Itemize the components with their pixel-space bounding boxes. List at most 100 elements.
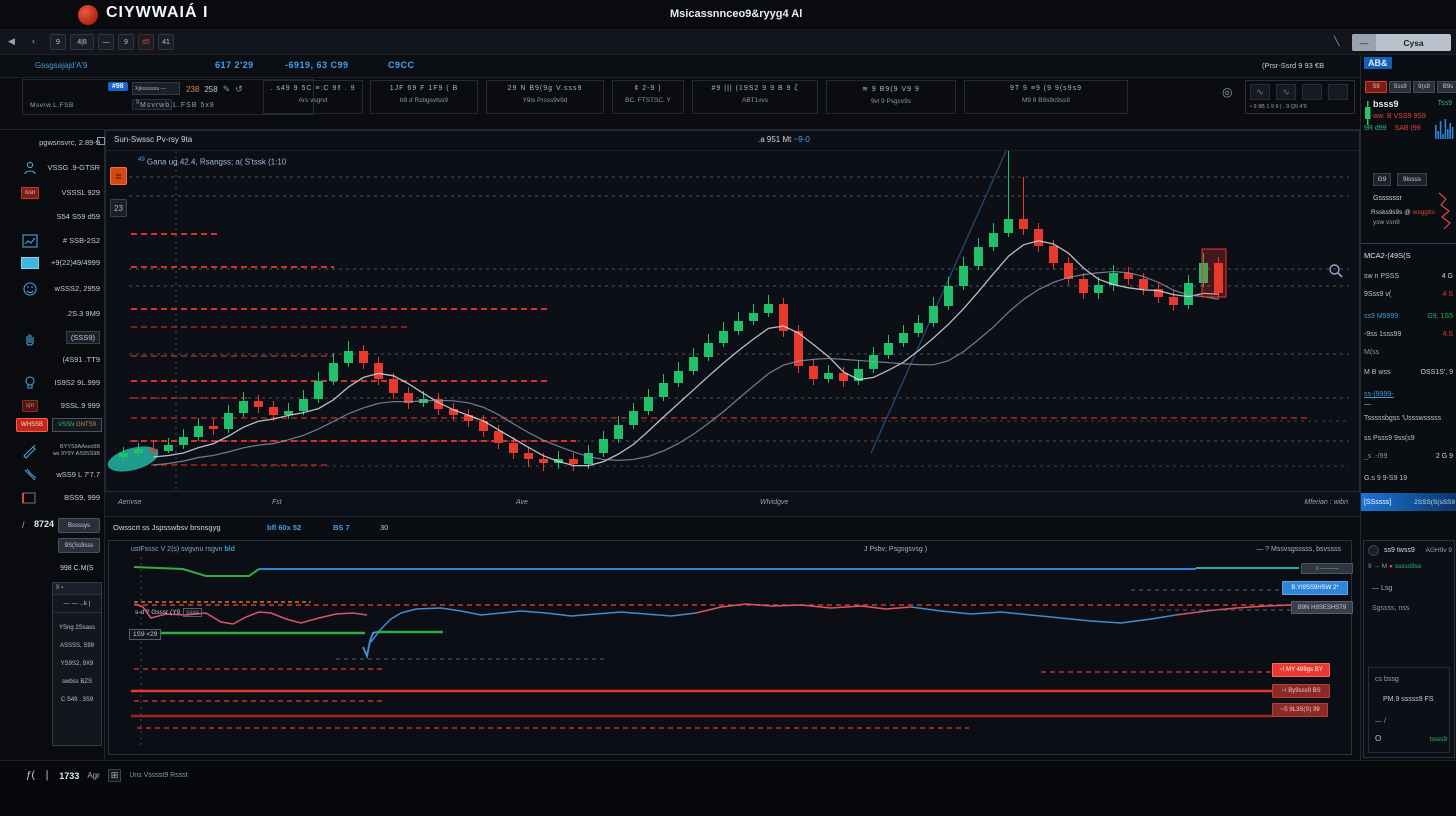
back-icon[interactable]: ◀: [8, 36, 15, 47]
watch-list-item-4[interactable]: C S49 . 3S9: [53, 685, 101, 703]
sidebar-item-3[interactable]: S54 S59 d59: [0, 207, 105, 229]
ribbon-group-1[interactable]: 1JF 69 F 1F9 ( Bb9 d Rsbgsvtss9: [370, 80, 478, 114]
menu-button-3[interactable]: 9: [118, 34, 134, 50]
indicator-badge-3[interactable]: ~! MY 499gs BY: [1272, 663, 1330, 677]
blue-action-bar[interactable]: [SSssss] 2SSS(S(sSS9: [1361, 493, 1456, 511]
sidebar-item-0[interactable]: pgwsnsvrc, 2.89-9: [0, 133, 105, 155]
symbol-chip-button[interactable]: #98: [108, 82, 128, 91]
magnifier-icon[interactable]: [1328, 263, 1344, 279]
indicator-badge-1[interactable]: B.YI9SS9HSW 2*: [1282, 581, 1348, 595]
pair-icon-0[interactable]: ✎: [223, 84, 231, 95]
group-icons[interactable]: ¢ 2-9 ): [613, 81, 683, 92]
watch-list-item-1[interactable]: ASSSS, S99: [53, 631, 101, 649]
sidebar-item-9[interactable]: (4S91 .TT9: [0, 350, 105, 372]
indicator-badge-4[interactable]: ~! By9sss9 BS: [1272, 684, 1330, 698]
slash-icon[interactable]: ╲: [1334, 36, 1339, 47]
watch-dropdown-list[interactable]: 9 ▪ — — ..k | YSng 2SsassASSSS, S99YS9S2…: [52, 582, 102, 746]
sidebar-item-8[interactable]: (SSS9): [0, 328, 105, 350]
sidebar-item-14[interactable]: wSS9 L 7'7.7: [0, 465, 105, 487]
indicator-value-2[interactable]: BS 7: [333, 523, 350, 532]
account-badge[interactable]: AB&: [1364, 57, 1392, 69]
symbol-link[interactable]: Gssgsajajd'A'9: [35, 61, 87, 70]
volume-histogram-icon: [1435, 111, 1455, 139]
right-tab-2[interactable]: 9(s9: [1413, 81, 1435, 93]
sidebar-item-11[interactable]: s|n9SSL.9 999: [0, 396, 105, 418]
indicator-value-1[interactable]: bfl 60x 52: [267, 523, 301, 532]
thumbnail-1[interactable]: ∿: [1276, 84, 1296, 100]
ribbon-group-5[interactable]: ≋ 9 B9(9 V9 99vl 9 Psgcv9s: [826, 80, 956, 114]
sidebar-item-15[interactable]: BSS9, 999: [0, 488, 105, 510]
group-caption: BC. FTSTSC. Y: [613, 92, 683, 104]
thumbnail-0[interactable]: ∿: [1250, 84, 1270, 100]
target-circle-icon[interactable]: ◎: [1222, 85, 1232, 99]
group-icons[interactable]: 29 N B9(9g V.sss9: [487, 81, 603, 92]
buy-button[interactable]: VSSN GNTS9: [52, 418, 102, 432]
ribbon-group-6[interactable]: 9T 9 ≡9 (9 9(s9s9M9 9 B9s9c9ss9: [964, 80, 1128, 114]
pill-dash-segment[interactable]: —: [1352, 34, 1376, 51]
menu-button-5[interactable]: 41: [158, 34, 174, 50]
indicator-badge-0[interactable]: ≡ ———: [1301, 563, 1353, 574]
group-icons[interactable]: 9T 9 ≡9 (9 9(s9s9: [965, 81, 1127, 92]
indicator-badge-2[interactable]: B9N H9SESHST9: [1291, 601, 1353, 614]
quote-row-mixed: 9R d99 SAB (99: [1364, 125, 1421, 132]
right-tab-0[interactable]: S9: [1365, 81, 1387, 93]
module-title-right[interactable]: AGH9v 9: [1426, 547, 1452, 554]
chart-stats-link[interactable]: ~9-0: [794, 135, 810, 144]
sidebar-item-5[interactable]: +9(22)49/4999: [0, 253, 105, 275]
grid-badge-icon[interactable]: ⊞: [108, 769, 122, 782]
quote-value-1[interactable]: 617 2'29: [215, 60, 254, 70]
group-icons[interactable]: #9 ||| (19S2 9 9 B 9 ζ: [693, 81, 817, 92]
pair-238[interactable]: 238: [186, 85, 199, 94]
indicator-plot[interactable]: ustFsssc V 2(s) svgvnu rsgvn bld J Psbv;…: [108, 540, 1352, 755]
ribbon-group-2[interactable]: 29 N B9(9g V.sss9Y9is Prsss9v9d: [486, 80, 604, 114]
symbol-select[interactable]: Xjkssssss —: [132, 82, 180, 95]
watch-list-item-2[interactable]: YS9S2, 9X9: [53, 649, 101, 667]
menu-button-2[interactable]: —: [98, 34, 114, 50]
watch-button-2[interactable]: 9S(Ss9sss: [58, 538, 100, 553]
kv-key-6[interactable]: ss-(9999-: [1364, 391, 1394, 398]
quote-symbol[interactable]: bsss9: [1373, 99, 1399, 109]
quote-value-3[interactable]: C9CC: [388, 60, 415, 70]
ribbon-group-4[interactable]: #9 ||| (19S2 9 9 B 9 ζABT1vvs: [692, 80, 818, 114]
watch-button-1[interactable]: Bssssys: [58, 518, 100, 533]
sidebar-item-7[interactable]: .2S.3 9M9: [0, 304, 105, 326]
mode-pill-button[interactable]: — Cysa: [1352, 34, 1451, 51]
main-chart-panel: Sun-Swssc Pv-rsy 9ta .a 951 Mt ~9-0 49 G…: [105, 130, 1360, 492]
prev-icon[interactable]: ‹: [32, 36, 35, 46]
quote-value-2[interactable]: -6919, 63 C99: [285, 60, 349, 70]
sidebar-item-4[interactable]: # SSB-2S2: [0, 231, 105, 253]
pair-258[interactable]: 258: [204, 85, 217, 94]
right-tab-3[interactable]: B9s: [1437, 81, 1456, 93]
sidebar-item-2[interactable]: issnVSSSL 929: [0, 183, 105, 205]
sidebar-item-6[interactable]: wSSS2, 2959: [0, 279, 105, 301]
watch-list-item-3[interactable]: swbss BZS: [53, 667, 101, 685]
indicator-badge-5[interactable]: ~S 9L3S(S) 99: [1272, 703, 1328, 717]
menu-button-1[interactable]: 4|8: [70, 34, 94, 50]
group-icons[interactable]: ≋ 9 B9(9 V9 9: [827, 81, 955, 93]
thumbnail-2[interactable]: [1302, 84, 1322, 100]
pair-icon-1[interactable]: ↺: [235, 84, 243, 95]
right-subtab-0[interactable]: G9: [1373, 173, 1391, 186]
thumbnail-3[interactable]: [1328, 84, 1348, 100]
watch-list-item-0[interactable]: YSng 2Ssass: [53, 613, 101, 631]
right-subtab-1[interactable]: 9issss: [1397, 173, 1427, 186]
time-axis[interactable]: Mferian : wibn AerivseFstAveWlvidgve: [105, 492, 1360, 517]
sell-button[interactable]: WHSSB: [16, 418, 48, 432]
sidebar-item-13[interactable]: BYYS9AAsss9Bws 9Y9Y AS9SS9B: [0, 441, 105, 463]
item-chip-box[interactable]: [97, 137, 105, 145]
sidebar-item-1[interactable]: VSSG .9-GTSR: [0, 158, 105, 180]
pliers-icon: [20, 466, 40, 484]
watch-list-header[interactable]: 9 ▪: [53, 583, 101, 595]
ribbon-group-3[interactable]: ¢ 2-9 )BC. FTSTSC. Y: [612, 80, 684, 114]
group-icons[interactable]: . s49 9 5C ≡:C 9‼ . 9: [264, 81, 362, 92]
group-icons[interactable]: 1JF 69 F 1F9 ( B: [371, 81, 477, 92]
menu-button-4[interactable]: d5: [138, 34, 154, 50]
sidebar-item-12[interactable]: WHSSB VSSN GNTS9: [0, 416, 105, 438]
module-icons[interactable]: 9 → M: [1368, 563, 1387, 570]
candlestick-chart[interactable]: [106, 147, 1361, 493]
ribbon-group-0[interactable]: . s49 9 5C ≡:C 9‼ . 9Ars vsgrvt: [263, 80, 363, 114]
menu-button-0[interactable]: 9: [50, 34, 66, 50]
right-tab-1[interactable]: Sss9: [1389, 81, 1411, 93]
sidebar-item-10[interactable]: IS9S2 9L.999: [0, 373, 105, 395]
kv-value-10: 2 G 9: [1436, 453, 1453, 460]
